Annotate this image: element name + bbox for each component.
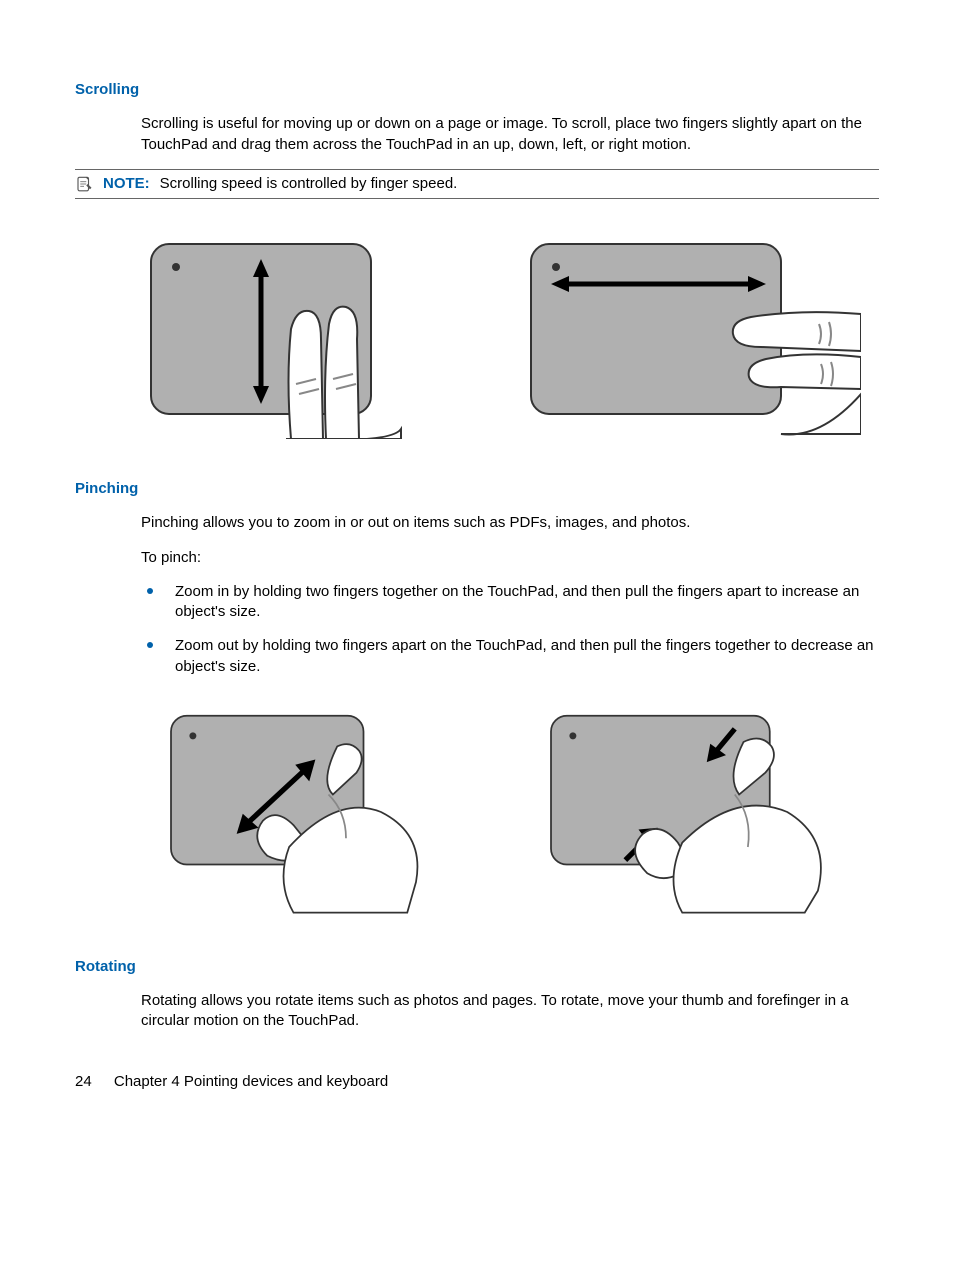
pinch-out-illustration [141, 707, 481, 917]
note-text: Scrolling speed is controlled by finger … [160, 175, 458, 192]
note-icon [75, 175, 93, 193]
scrolling-body: Scrolling is useful for moving up or dow… [141, 114, 879, 155]
scroll-vertical-illustration [141, 229, 481, 439]
page-number: 24 [75, 1072, 92, 1092]
note-box: NOTE: Scrolling speed is controlled by fi… [75, 169, 879, 199]
pinch-in-illustration [521, 707, 861, 917]
section-heading-rotating: Rotating [75, 957, 879, 977]
section-heading-pinching: Pinching [75, 479, 879, 499]
page-footer: 24 Chapter 4 Pointing devices and keyboa… [75, 1072, 879, 1092]
list-item: Zoom in by holding two fingers together … [141, 582, 879, 623]
scroll-horizontal-illustration [521, 229, 861, 439]
pinching-body-1: Pinching allows you to zoom in or out on… [141, 513, 879, 533]
chapter-title: Chapter 4 Pointing devices and keyboard [114, 1073, 388, 1090]
pinching-body-2: To pinch: [141, 548, 879, 568]
note-label: NOTE: [103, 175, 150, 192]
rotating-body: Rotating allows you rotate items such as… [141, 991, 879, 1032]
list-item: Zoom out by holding two fingers apart on… [141, 636, 879, 677]
section-heading-scrolling: Scrolling [75, 80, 879, 100]
